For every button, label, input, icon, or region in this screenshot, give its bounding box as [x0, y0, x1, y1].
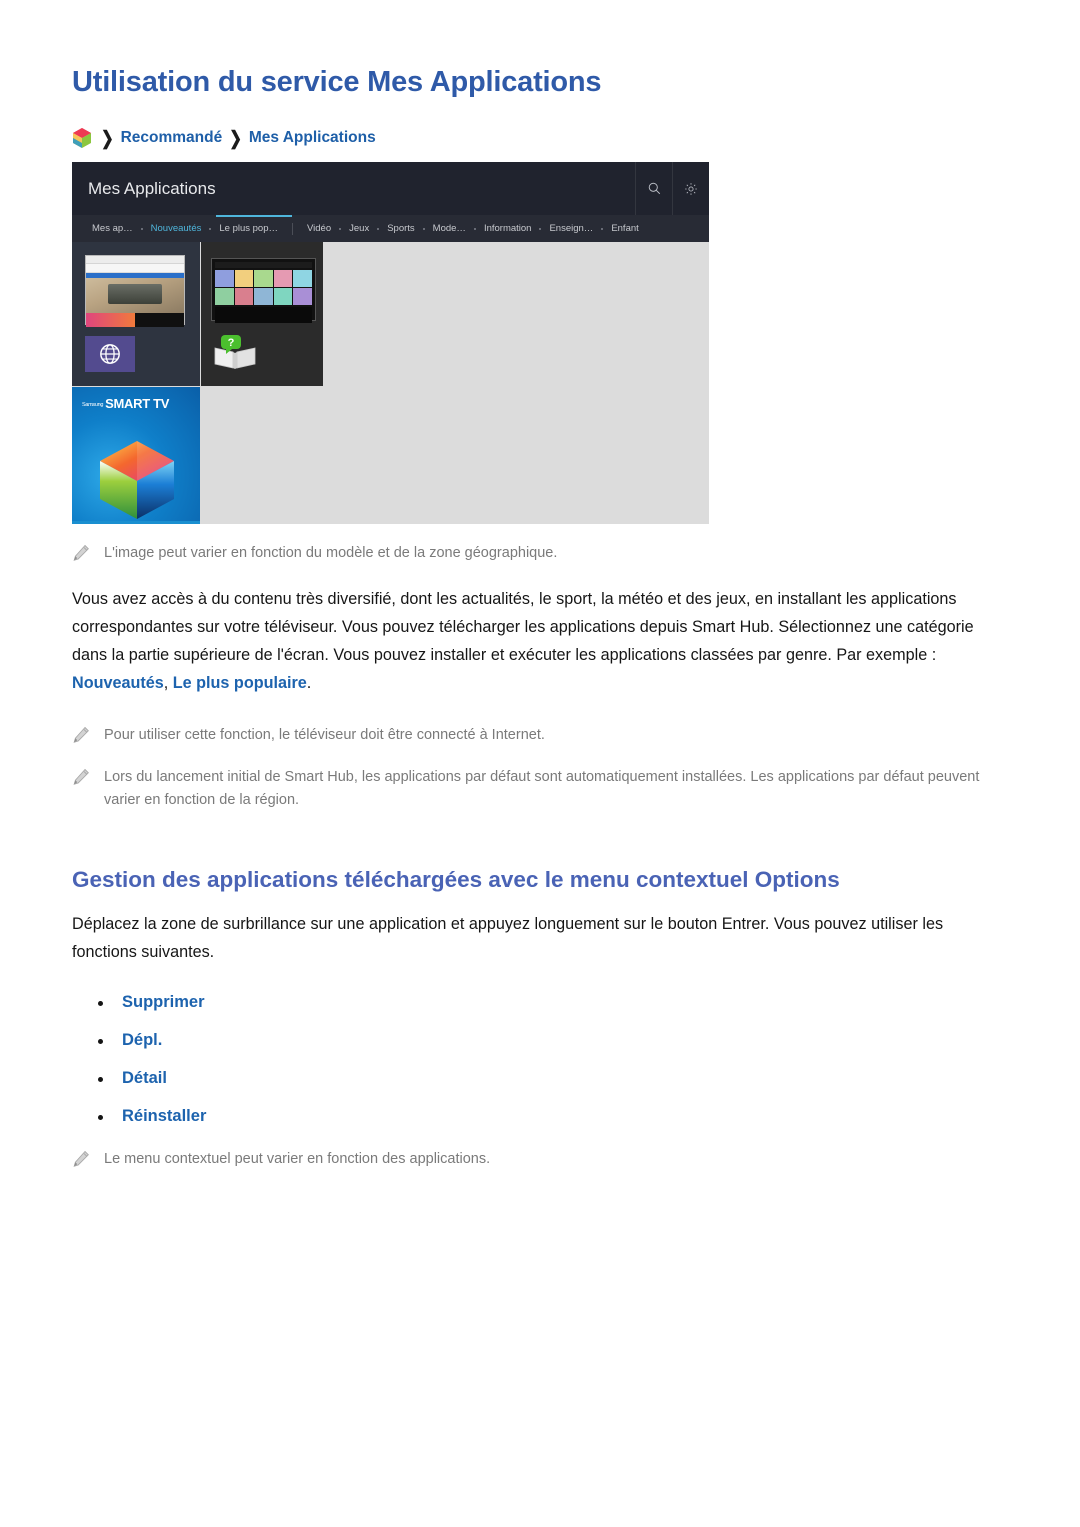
list-item-depl[interactable]: Dépl.: [96, 1031, 1008, 1050]
breadcrumb-item-recommande[interactable]: Recommandé: [121, 129, 223, 147]
tab-mode[interactable]: Mode…: [427, 215, 472, 242]
tab-video[interactable]: Vidéo: [301, 215, 337, 242]
gear-icon[interactable]: [672, 162, 709, 215]
options-list: Supprimer Dépl. Détail Réinstaller: [72, 993, 1008, 1126]
tile-smart-tv-promo[interactable]: Samsung SMART TV: [72, 387, 200, 524]
note-text: L'image peut varier en fonction du modèl…: [104, 545, 558, 561]
samsung-wordmark: Samsung: [82, 401, 104, 408]
breadcrumb-separator-2: ❯: [229, 128, 242, 150]
paragraph-separator: ,: [163, 674, 173, 693]
tv-screenshot-figure: Mes Applications Mes ap… Nouveautés Le p…: [72, 162, 709, 524]
smart-tv-logo: Samsung SMART TV: [82, 396, 169, 411]
nav-dot: [539, 227, 542, 230]
active-tab-underline: [216, 215, 292, 217]
browser-preview-thumbnail: [85, 255, 185, 327]
page-title: Utilisation du service Mes Applications: [72, 66, 602, 98]
section-body: Déplacez la zone de surbrillance sur une…: [72, 915, 944, 962]
smart-tv-wordmark: SMART TV: [105, 396, 170, 411]
note-default-apps: Lors du lancement initial de Smart Hub, …: [72, 766, 1008, 811]
pencil-icon: [72, 544, 90, 562]
link-nouveautes[interactable]: Nouveautés: [72, 674, 164, 692]
note-context-menu-varies: Le menu contextuel peut varier en foncti…: [72, 1148, 1008, 1170]
link-le-plus-populaire[interactable]: Le plus populaire: [173, 674, 307, 692]
breadcrumb-separator-1: ❯: [101, 128, 114, 150]
svg-text:?: ?: [228, 337, 235, 349]
pencil-icon: [72, 726, 90, 744]
globe-icon: [85, 336, 135, 372]
nav-dot: [209, 227, 212, 230]
tv-category-navbar: Mes ap… Nouveautés Le plus pop… Vidéo Je…: [72, 215, 709, 242]
nav-dot: [422, 227, 425, 230]
main-paragraph-text: Vous avez accès à du contenu très divers…: [72, 590, 974, 665]
paragraph-period: .: [306, 674, 312, 693]
tv-screen-title: Mes Applications: [88, 178, 216, 198]
note-text: Lors du lancement initial de Smart Hub, …: [104, 769, 980, 808]
tile-web-browser[interactable]: [72, 242, 200, 386]
tile-help-guide[interactable]: ?: [201, 242, 323, 386]
breadcrumb: ❯ Recommandé ❯ Mes Applications: [72, 127, 1008, 149]
note-text: Le menu contextuel peut varier en foncti…: [104, 1151, 491, 1168]
pencil-icon: [72, 1150, 90, 1168]
tv-empty-pane: [324, 242, 709, 524]
document-page: Utilisation du service Mes Applications …: [0, 0, 1080, 1527]
list-item-supprimer[interactable]: Supprimer: [96, 993, 1008, 1012]
tab-le-plus-populaire[interactable]: Le plus pop…: [213, 215, 284, 242]
nav-dot: [140, 227, 143, 230]
tab-jeux[interactable]: Jeux: [343, 215, 375, 242]
pencil-icon: [72, 768, 90, 786]
smart-hub-cube-graphic: [98, 439, 176, 521]
nav-dot: [339, 227, 342, 230]
search-icon[interactable]: [635, 162, 672, 215]
note-image-variation: L'image peut varier en fonction du modèl…: [72, 542, 1008, 564]
tab-enfant[interactable]: Enfant: [605, 215, 644, 242]
list-item-detail[interactable]: Détail: [96, 1069, 1008, 1088]
tab-information[interactable]: Information: [478, 215, 538, 242]
tile-selection-indicator: [72, 521, 200, 524]
smart-hub-cube-icon: [72, 127, 92, 149]
list-item-reinstaller[interactable]: Réinstaller: [96, 1107, 1008, 1126]
tab-mes-applications[interactable]: Mes ap…: [86, 215, 139, 242]
guide-preview-thumbnail: [211, 258, 316, 323]
breadcrumb-item-mes-applications[interactable]: Mes Applications: [249, 129, 376, 147]
nav-dot: [601, 227, 604, 230]
tab-nouveautes[interactable]: Nouveautés: [145, 215, 208, 242]
tab-enseignement[interactable]: Enseign…: [543, 215, 599, 242]
nav-dot: [377, 227, 380, 230]
tv-header: Mes Applications: [72, 162, 709, 215]
tv-content-area: ? Samsung SMART TV: [72, 242, 709, 524]
nav-dot: [473, 227, 476, 230]
main-paragraph: Vous avez accès à du contenu très divers…: [72, 586, 1007, 697]
tv-header-actions: [635, 162, 709, 215]
section-title-options-menu: Gestion des applications téléchargées av…: [72, 867, 840, 893]
note-internet-required: Pour utiliser cette fonction, le télévis…: [72, 724, 1008, 746]
tab-sports[interactable]: Sports: [381, 215, 420, 242]
nav-divider: [291, 222, 293, 235]
book-question-icon: ?: [213, 334, 257, 370]
note-text: Pour utiliser cette fonction, le télévis…: [104, 726, 545, 743]
